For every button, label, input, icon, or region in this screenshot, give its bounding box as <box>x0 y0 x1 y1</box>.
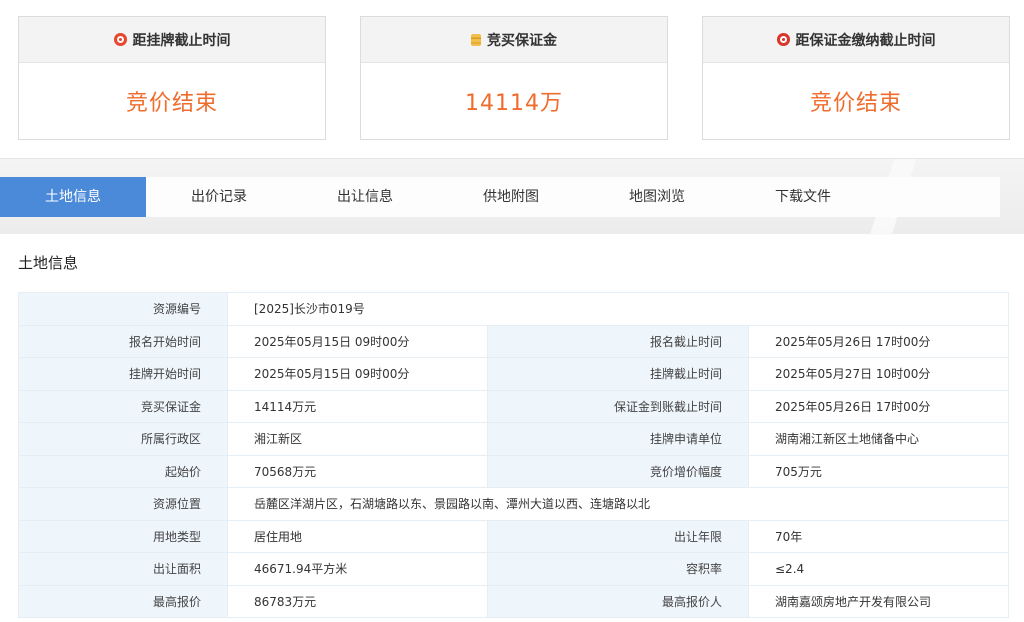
tab-download-files[interactable]: 下载文件 <box>730 177 876 217</box>
card-label: 竞买保证金 <box>487 32 557 49</box>
tab-bar: 土地信息 出价记录 出让信息 供地附图 地图浏览 下载文件 <box>0 177 1000 217</box>
table-row: 竞买保证金 14114万元 保证金到账截止时间 2025年05月26日 17时0… <box>18 389 1010 423</box>
field-label: 最高报价人 <box>487 584 749 618</box>
field-label: 竞价增价幅度 <box>487 454 749 488</box>
card-header: 距保证金缴纳截止时间 <box>703 17 1009 63</box>
field-label: 报名开始时间 <box>18 324 228 358</box>
field-value: 湖南嘉颂房地产开发有限公司 <box>747 584 1010 618</box>
table-row: 所属行政区 湘江新区 挂牌申请单位 湖南湘江新区土地储备中心 <box>18 422 1010 456</box>
field-label: 资源编号 <box>18 292 228 326</box>
summary-cards: 距挂牌截止时间 竞价结束 竞买保证金 14114万 距保证金缴纳截止时间 竞价结… <box>0 16 1024 140</box>
card-value: 竞价结束 <box>125 91 218 116</box>
table-row: 资源位置 岳麓区洋湖片区，石湖塘路以东、景园路以南、潭州大道以西、连塘路以北 <box>18 487 1010 521</box>
field-value: 湘江新区 <box>227 422 488 456</box>
tab-map-browse[interactable]: 地图浏览 <box>584 177 730 217</box>
field-value: 14114万元 <box>227 389 488 423</box>
land-info-table: 资源编号 [2025]长沙市019号 报名开始时间 2025年05月15日 09… <box>18 292 1010 618</box>
card-header: 竞买保证金 <box>361 17 667 63</box>
field-value: 2025年05月27日 10时00分 <box>747 357 1010 391</box>
field-value: 2025年05月26日 17时00分 <box>747 389 1010 423</box>
card-label: 距保证金缴纳截止时间 <box>795 32 936 49</box>
field-value: 86783万元 <box>227 584 488 618</box>
field-value: 46671.94平方米 <box>227 552 488 586</box>
field-label: 报名截止时间 <box>487 324 749 358</box>
field-value: 湖南湘江新区土地储备中心 <box>747 422 1010 456</box>
field-label: 所属行政区 <box>18 422 228 456</box>
field-label: 资源位置 <box>18 487 228 521</box>
table-row: 最高报价 86783万元 最高报价人 湖南嘉颂房地产开发有限公司 <box>18 584 1010 618</box>
tab-land-info[interactable]: 土地信息 <box>0 177 146 217</box>
card-deposit: 竞买保证金 14114万 <box>360 16 668 140</box>
tab-land-map-attachment[interactable]: 供地附图 <box>438 177 584 217</box>
field-label: 出让面积 <box>18 552 228 586</box>
field-label: 用地类型 <box>18 519 228 553</box>
field-label: 起始价 <box>18 454 228 488</box>
section-title: 土地信息 <box>18 254 79 272</box>
table-row: 用地类型 居住用地 出让年限 70年 <box>18 519 1010 553</box>
field-label: 挂牌申请单位 <box>487 422 749 456</box>
alarm-icon <box>776 33 790 46</box>
field-label: 保证金到账截止时间 <box>487 389 749 423</box>
field-value: 70年 <box>747 519 1010 553</box>
field-value: 2025年05月15日 09时00分 <box>227 357 488 391</box>
card-label: 距挂牌截止时间 <box>132 32 231 49</box>
field-label: 挂牌截止时间 <box>487 357 749 391</box>
field-value: 2025年05月26日 17时00分 <box>747 324 1010 358</box>
tab-bid-records[interactable]: 出价记录 <box>146 177 292 217</box>
field-label: 最高报价 <box>18 584 228 618</box>
table-row: 出让面积 46671.94平方米 容积率 ≤2.4 <box>18 552 1010 586</box>
card-deposit-deadline: 距保证金缴纳截止时间 竞价结束 <box>702 16 1010 140</box>
field-value: [2025]长沙市019号 <box>226 292 1010 326</box>
field-value: 70568万元 <box>227 454 488 488</box>
card-value: 竞价结束 <box>809 91 902 116</box>
field-value: 岳麓区洋湖片区，石湖塘路以东、景园路以南、潭州大道以西、连塘路以北 <box>226 487 1010 521</box>
tab-bar-container: 土地信息 出价记录 出让信息 供地附图 地图浏览 下载文件 <box>0 158 1024 235</box>
field-value: ≤2.4 <box>747 552 1010 586</box>
table-row: 报名开始时间 2025年05月15日 09时00分 报名截止时间 2025年05… <box>18 324 1010 358</box>
field-value: 居住用地 <box>227 519 488 553</box>
table-row: 起始价 70568万元 竞价增价幅度 705万元 <box>18 454 1010 488</box>
coins-icon <box>471 33 481 46</box>
field-label: 挂牌开始时间 <box>18 357 228 391</box>
card-value: 14114万 <box>465 91 563 116</box>
card-header: 距挂牌截止时间 <box>19 17 325 63</box>
clock-icon <box>113 33 127 46</box>
field-label: 容积率 <box>487 552 749 586</box>
tab-transfer-info[interactable]: 出让信息 <box>292 177 438 217</box>
field-label: 出让年限 <box>487 519 749 553</box>
field-value: 705万元 <box>747 454 1010 488</box>
card-listing-deadline: 距挂牌截止时间 竞价结束 <box>18 16 326 140</box>
field-value: 2025年05月15日 09时00分 <box>227 324 488 358</box>
table-row: 资源编号 [2025]长沙市019号 <box>18 292 1010 326</box>
table-row: 挂牌开始时间 2025年05月15日 09时00分 挂牌截止时间 2025年05… <box>18 357 1010 391</box>
field-label: 竞买保证金 <box>18 389 228 423</box>
